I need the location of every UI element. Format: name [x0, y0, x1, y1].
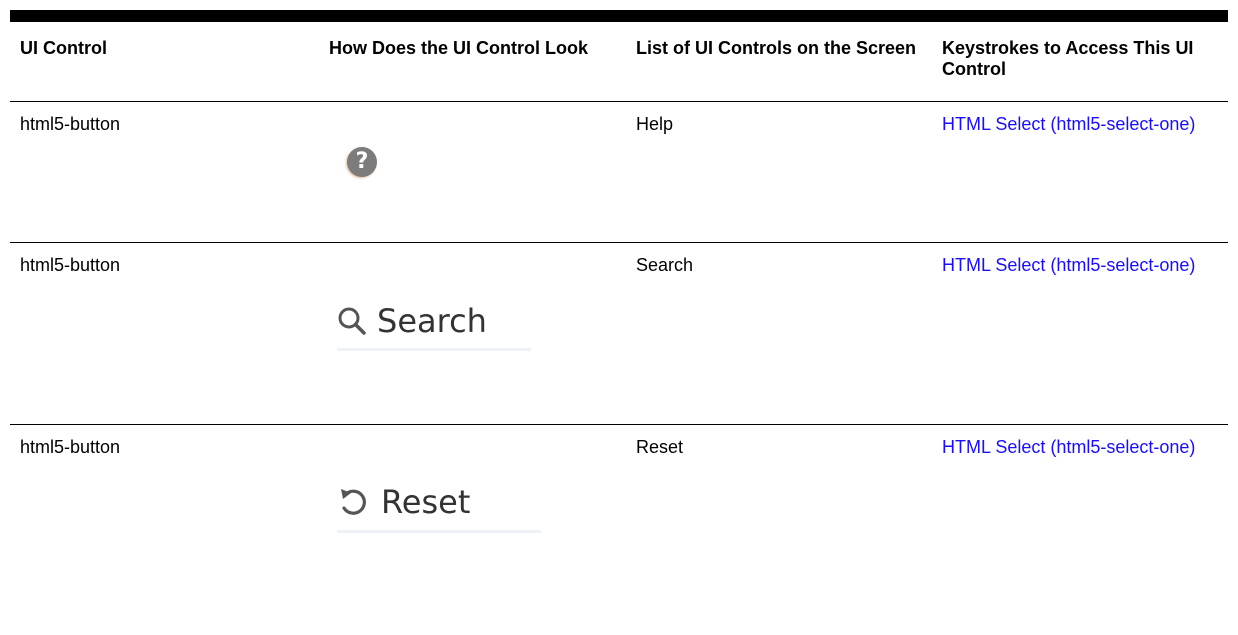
keystrokes-cell: HTML Select (html5-select-one)	[932, 243, 1228, 424]
keystrokes-cell: HTML Select (html5-select-one)	[932, 425, 1228, 615]
ui-controls-table: UI Control How Does the UI Control Look …	[10, 10, 1228, 615]
control-cell: html5-button	[20, 255, 121, 275]
search-icon	[337, 306, 367, 336]
look-cell: ?	[319, 102, 626, 242]
look-cell: Search	[319, 243, 626, 424]
search-button-label: Search	[377, 301, 487, 340]
list-cell: Help	[636, 114, 674, 134]
table-header-row: UI Control How Does the UI Control Look …	[10, 22, 1228, 102]
look-cell: Reset	[319, 425, 626, 615]
search-button-preview: Search	[337, 301, 531, 351]
table-row: html5-button ? Help HTML Select (html5-s…	[10, 102, 1228, 243]
list-cell: Reset	[636, 437, 684, 457]
keystrokes-link[interactable]: HTML Select (html5-select-one)	[942, 255, 1195, 275]
control-cell: html5-button	[20, 437, 121, 457]
header-look: How Does the UI Control Look	[329, 38, 588, 58]
reset-icon	[337, 486, 371, 518]
reset-button-preview: Reset	[337, 486, 541, 533]
keystrokes-link[interactable]: HTML Select (html5-select-one)	[942, 114, 1195, 134]
table-row: html5-button Reset Reset HTML Select (ht…	[10, 425, 1228, 615]
header-keystrokes: Keystrokes to Access This UI Control	[942, 38, 1194, 79]
list-cell: Search	[636, 255, 694, 275]
table-top-rule	[10, 10, 1228, 22]
header-ui-control: UI Control	[20, 38, 107, 58]
table-row: html5-button Search Search HTML Select (…	[10, 243, 1228, 425]
header-list: List of UI Controls on the Screen	[636, 38, 917, 58]
keystrokes-cell: HTML Select (html5-select-one)	[932, 102, 1228, 242]
help-icon: ?	[347, 147, 377, 177]
reset-button-label: Reset	[381, 482, 471, 521]
keystrokes-link[interactable]: HTML Select (html5-select-one)	[942, 437, 1195, 457]
control-cell: html5-button	[20, 114, 121, 134]
